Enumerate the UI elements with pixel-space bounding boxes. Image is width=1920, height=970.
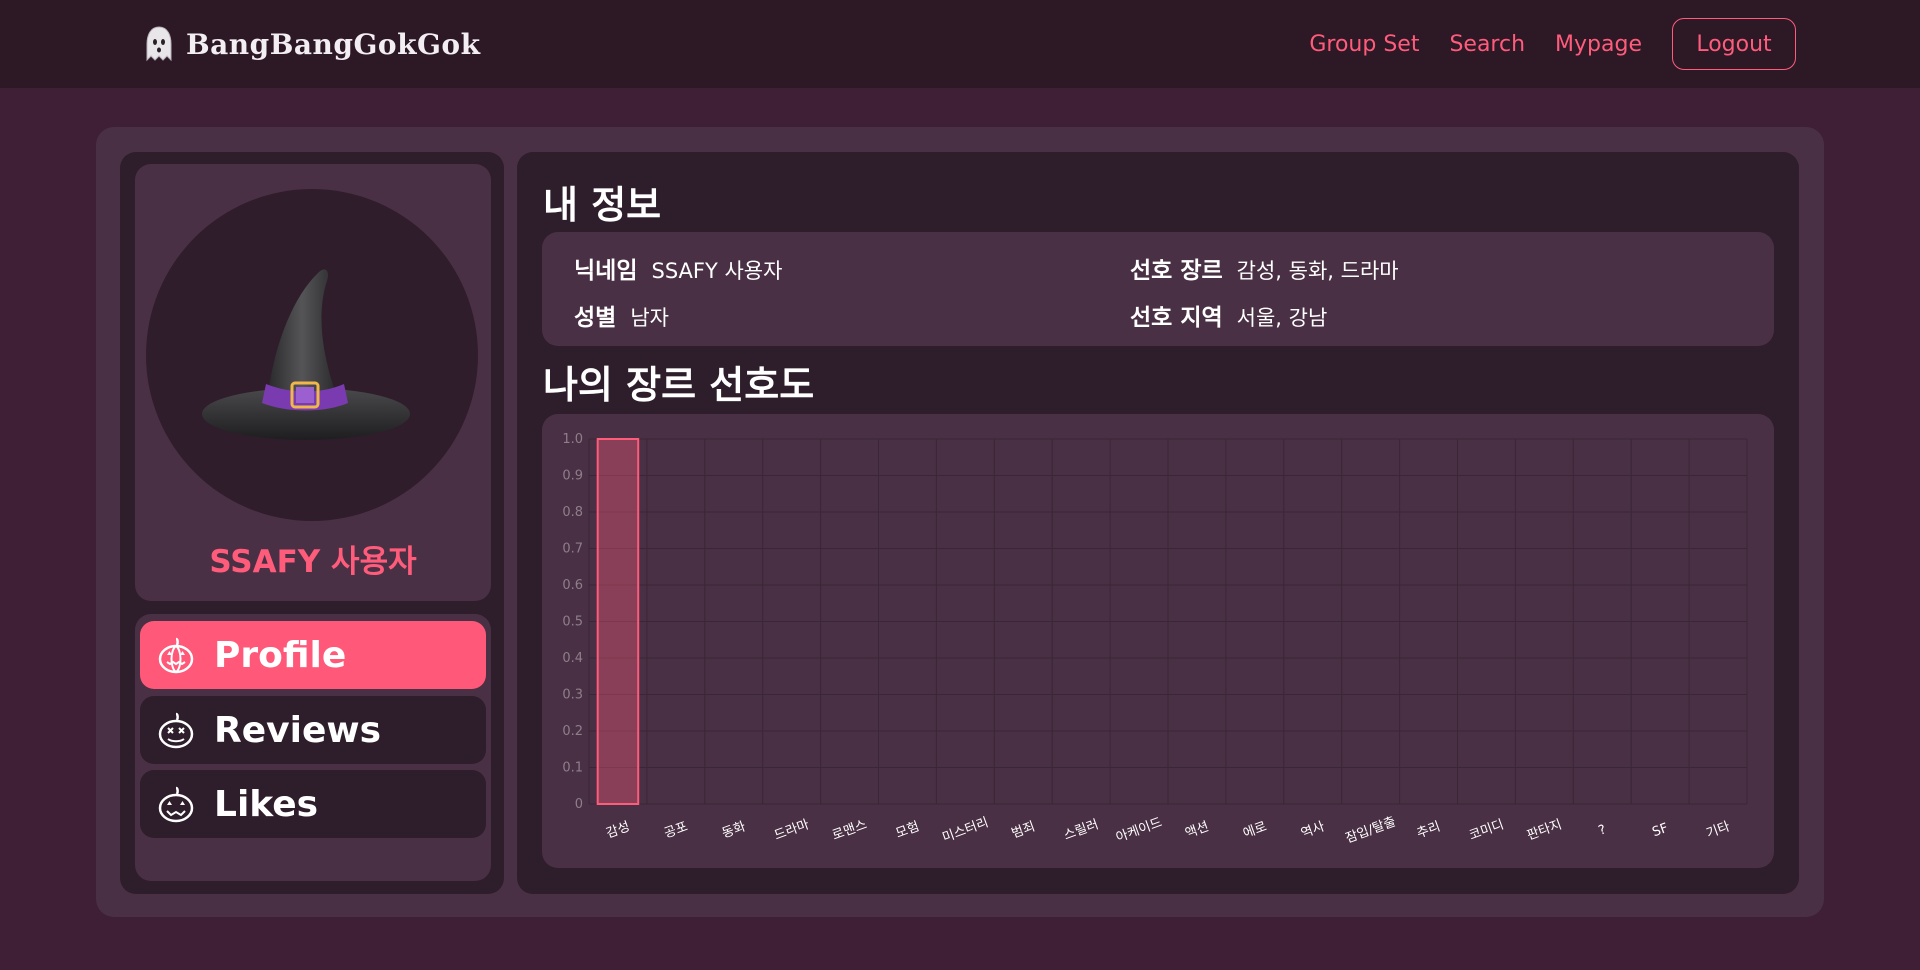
x-tick-label: 미스터리 bbox=[940, 815, 990, 845]
menu-label: Reviews bbox=[214, 709, 382, 751]
nickname-row: 닉네임 SSAFY 사용자 bbox=[574, 251, 782, 285]
y-tick-label: 0.7 bbox=[562, 542, 583, 557]
nav-group-set[interactable]: Group Set bbox=[1309, 32, 1419, 57]
gender-row: 성별 남자 bbox=[574, 298, 669, 332]
gender-value: 남자 bbox=[630, 306, 669, 330]
x-tick-label: 판타지 bbox=[1525, 817, 1564, 843]
region-row: 선호 지역 서울, 강남 bbox=[1130, 298, 1327, 332]
genre-row: 선호 장르 감성, 동화, 드라마 bbox=[1130, 251, 1399, 285]
genre-label: 선호 장르 bbox=[1130, 258, 1223, 284]
x-tick-label: 모험 bbox=[894, 819, 922, 841]
nav-search[interactable]: Search bbox=[1449, 32, 1525, 57]
x-tick-label: 동화 bbox=[720, 819, 748, 841]
x-tick-label: 기타 bbox=[1704, 819, 1732, 841]
x-tick-label: 로맨스 bbox=[830, 817, 869, 843]
x-tick-label: 액션 bbox=[1183, 819, 1211, 841]
x-tick-label: 아케이드 bbox=[1114, 815, 1164, 845]
pumpkin-icon bbox=[158, 786, 194, 823]
y-tick-label: 0.3 bbox=[562, 688, 583, 703]
y-tick-label: 0.4 bbox=[562, 651, 583, 666]
x-tick-label: 드라마 bbox=[772, 817, 811, 843]
brand-logo[interactable]: BangBangGokGok bbox=[142, 22, 480, 66]
menu-likes[interactable]: Likes bbox=[140, 770, 486, 838]
y-tick-label: 0.9 bbox=[562, 469, 583, 484]
y-tick-label: 0.1 bbox=[562, 761, 583, 776]
x-tick-label: SF bbox=[1650, 821, 1670, 840]
genre-title: 나의 장르 선호도 bbox=[543, 363, 815, 407]
x-tick-label: 범죄 bbox=[1010, 819, 1038, 841]
info-title: 내 정보 bbox=[543, 183, 662, 227]
avatar bbox=[146, 189, 478, 521]
y-tick-label: 0.8 bbox=[562, 505, 583, 520]
menu-profile[interactable]: Profile bbox=[140, 621, 486, 689]
x-tick-label: 에로 bbox=[1241, 819, 1269, 841]
chart-bar bbox=[596, 438, 640, 805]
nickname-label: 닉네임 bbox=[574, 258, 638, 284]
x-tick-label: 감성 bbox=[604, 819, 632, 841]
gender-label: 성별 bbox=[574, 305, 617, 331]
genre-value: 감성, 동화, 드라마 bbox=[1236, 259, 1399, 283]
brand-name: BangBangGokGok bbox=[186, 27, 481, 61]
top-navbar: BangBangGokGok Group Set Search Mypage L… bbox=[0, 0, 1920, 88]
witch-hat-icon bbox=[202, 269, 410, 440]
genre-preference-chart: 0 0.1 0.2 0.3 0.4 0.5 0.6 0.7 0.8 0.9 1.0 감성 공포 동화 드라마… bbox=[562, 432, 1748, 846]
region-value: 서울, 강남 bbox=[1236, 306, 1328, 330]
x-tick-label: ? bbox=[1597, 822, 1609, 838]
menu-reviews[interactable]: Reviews bbox=[140, 696, 486, 764]
x-tick-label: 코미디 bbox=[1467, 817, 1506, 843]
x-tick-label: 스릴러 bbox=[1062, 817, 1101, 843]
pumpkin-icon bbox=[158, 712, 194, 749]
y-tick-label: 0 bbox=[575, 797, 583, 812]
y-tick-label: 0.6 bbox=[562, 578, 583, 593]
y-tick-label: 1.0 bbox=[562, 432, 583, 447]
region-label: 선호 지역 bbox=[1130, 305, 1223, 331]
x-tick-label: 역사 bbox=[1299, 819, 1327, 841]
profile-name: SSAFY 사용자 bbox=[209, 544, 417, 580]
nickname-value: SSAFY 사용자 bbox=[651, 259, 783, 283]
y-tick-label: 0.5 bbox=[562, 615, 583, 630]
pumpkin-icon bbox=[158, 637, 194, 674]
menu-label: Profile bbox=[214, 634, 347, 676]
ghost-icon bbox=[146, 26, 172, 62]
y-tick-label: 0.2 bbox=[562, 724, 583, 739]
main-nav: Group Set Search Mypage Logout bbox=[1279, 18, 1796, 70]
x-tick-label: 잠입/탈출 bbox=[1344, 814, 1398, 846]
logout-button[interactable]: Logout bbox=[1672, 18, 1796, 70]
x-tick-label: 공포 bbox=[662, 819, 690, 841]
x-tick-label: 추리 bbox=[1415, 819, 1443, 841]
menu-label: Likes bbox=[214, 783, 319, 825]
nav-mypage[interactable]: Mypage bbox=[1555, 32, 1642, 57]
